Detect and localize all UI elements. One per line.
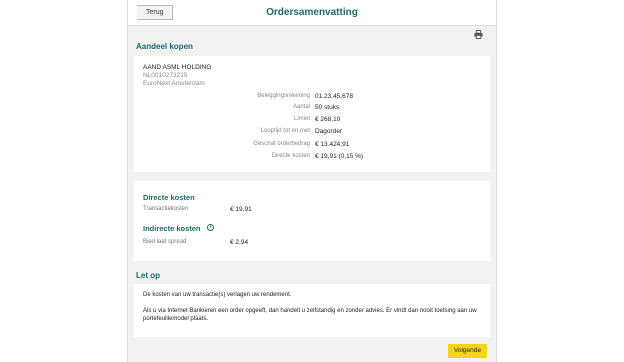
account-label: Beleggingsrekening — [257, 93, 310, 99]
transaction-costs-value: € 19,91 — [230, 206, 252, 213]
direct-costs-value: € 19,91 (0,15 %) — [315, 153, 364, 160]
notice-card: De kosten van uw transactie(s) verlagen … — [134, 284, 490, 337]
transaction-costs-label: Transactiekosten — [143, 206, 189, 212]
notice-paragraph-1: De kosten van uw transactie(s) verlagen … — [143, 292, 292, 298]
header-bar: Terug Ordersamenvatting — [128, 0, 496, 26]
limit-value: € 268,10 — [315, 116, 341, 123]
notice-paragraph-2: Als u via Internet Bankieren een order o… — [143, 308, 477, 322]
quantity-label: Aantal — [292, 104, 310, 110]
direct-costs-title: Directe kosten — [143, 193, 195, 202]
duration-value: Dagorder — [315, 128, 343, 135]
print-icon[interactable] — [474, 30, 483, 39]
duration-label: Looptijd tot en met — [260, 128, 310, 134]
bid-ask-spread-value: € 2,94 — [230, 239, 249, 246]
order-details-card: AAND ASML HOLDING NL0010273215 EuroNext … — [134, 56, 490, 172]
estimated-amount-value: € 13.424,91 — [315, 141, 350, 148]
stock-exchange: EuroNext Amsterdam — [143, 80, 205, 87]
estimated-amount-label: Geschat orderbedrag — [253, 141, 310, 147]
notice-title: Let op — [136, 271, 160, 280]
indirect-costs-title: Indirecte kosten — [143, 224, 201, 233]
account-value: 01.23.45.678 — [315, 93, 353, 100]
order-summary-panel: Terug Ordersamenvatting Aandeel kopen AA… — [127, 0, 497, 362]
stock-isin: NL0010273215 — [143, 72, 188, 79]
next-button[interactable]: Volgende — [447, 344, 487, 358]
info-icon[interactable]: i — [207, 224, 214, 231]
section-title-buy-stock: Aandeel kopen — [136, 42, 193, 51]
bid-ask-spread-label: Bied laat spread — [143, 239, 187, 245]
stock-name: AAND ASML HOLDING — [143, 64, 212, 71]
quantity-value: 50 stuks — [315, 104, 340, 111]
limit-label: Limiet — [293, 116, 310, 122]
page-title: Ordersamenvatting — [266, 7, 358, 18]
direct-costs-label: Directe kosten — [271, 153, 310, 159]
costs-card: Directe kosten Transactiekosten € 19,91 … — [134, 181, 490, 261]
